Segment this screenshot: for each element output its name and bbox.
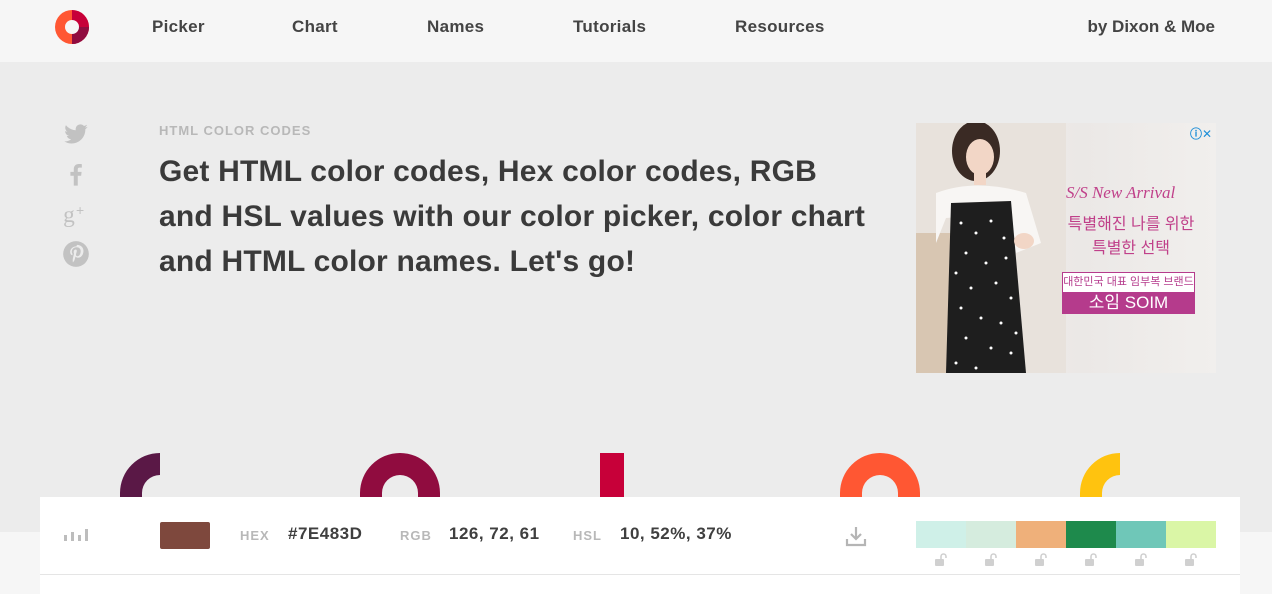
hex-value[interactable]: #7E483D <box>288 524 362 544</box>
rgb-label: RGB <box>400 528 432 543</box>
ad-subline: 특별해진 나를 위한 특별한 선택 <box>1067 216 1195 257</box>
unlock-icon[interactable] <box>1034 553 1048 566</box>
ad-info-close-icon[interactable]: ⓘ✕ <box>1190 125 1212 142</box>
download-icon[interactable] <box>844 524 868 548</box>
nav-resources[interactable]: Resources <box>735 17 825 37</box>
social-share: g + <box>62 120 92 280</box>
rgb-value[interactable]: 126, 72, 61 <box>449 524 540 544</box>
hsl-label: HSL <box>573 528 602 543</box>
ad-badge-tagline: 대한민국 대표 임부복 브랜드 <box>1063 276 1194 288</box>
nav-chart[interactable]: Chart <box>292 17 338 37</box>
deco-shape-4 <box>840 453 920 497</box>
unlock-icon[interactable] <box>934 553 948 566</box>
nav-names[interactable]: Names <box>427 17 484 37</box>
unlock-icon[interactable] <box>1134 553 1148 566</box>
palette-swatch[interactable] <box>916 521 966 548</box>
unlock-icon[interactable] <box>1184 553 1198 566</box>
color-info-bar: HEX #7E483D RGB 126, 72, 61 HSL 10, 52%,… <box>40 497 1240 575</box>
deco-shape-5 <box>1080 453 1120 497</box>
palette-swatch[interactable] <box>966 521 1016 548</box>
hsl-value[interactable]: 10, 52%, 37% <box>620 524 732 544</box>
hex-label: HEX <box>240 528 270 543</box>
lock-cell <box>966 553 1016 567</box>
deco-shape-2 <box>360 453 440 497</box>
top-nav: Picker Chart Names Tutorials Resources b… <box>0 0 1272 62</box>
deco-shape-3 <box>600 453 624 497</box>
nav-tutorials[interactable]: Tutorials <box>573 17 646 37</box>
palette-swatch[interactable] <box>1166 521 1216 548</box>
palette-locks <box>916 553 1216 567</box>
nav-picker[interactable]: Picker <box>152 17 205 37</box>
logo-ring-icon[interactable] <box>55 10 89 44</box>
lock-cell <box>1016 553 1066 567</box>
facebook-icon[interactable] <box>62 160 90 188</box>
google-plus-icon[interactable]: g + <box>62 200 90 228</box>
ad-banner[interactable]: ⓘ✕ S/S New Arrival 특별해진 나를 위한 특별한 선택 대한민… <box>916 123 1216 373</box>
lock-cell <box>1066 553 1116 567</box>
unlock-icon[interactable] <box>984 553 998 566</box>
lock-cell <box>1116 553 1166 567</box>
content-card-lower <box>40 575 1240 594</box>
ad-brand-badge: 대한민국 대표 임부복 브랜드 소임 SOIM <box>1062 272 1195 314</box>
palette-swatch[interactable] <box>1016 521 1066 548</box>
svg-text:g: g <box>63 202 75 228</box>
ad-headline: S/S New Arrival <box>1066 183 1176 202</box>
bar-chart-icon[interactable] <box>64 527 90 541</box>
pinterest-icon[interactable] <box>62 240 90 268</box>
unlock-icon[interactable] <box>1084 553 1098 566</box>
deco-shape-1 <box>120 453 160 497</box>
lock-cell <box>1166 553 1216 567</box>
byline-link[interactable]: by Dixon & Moe <box>1087 17 1215 37</box>
current-color-swatch[interactable] <box>160 522 210 549</box>
ad-model-image <box>916 123 1066 373</box>
hero-eyebrow: HTML COLOR CODES <box>159 123 312 138</box>
palette-swatch[interactable] <box>1066 521 1116 548</box>
svg-text:+: + <box>76 202 84 218</box>
lock-cell <box>916 553 966 567</box>
hero-headline: Get HTML color codes, Hex color codes, R… <box>159 155 866 278</box>
palette-strip <box>916 521 1216 548</box>
twitter-icon[interactable] <box>62 120 90 148</box>
palette-swatch[interactable] <box>1116 521 1166 548</box>
ad-badge-brand: 소임 SOIM <box>1063 292 1194 313</box>
